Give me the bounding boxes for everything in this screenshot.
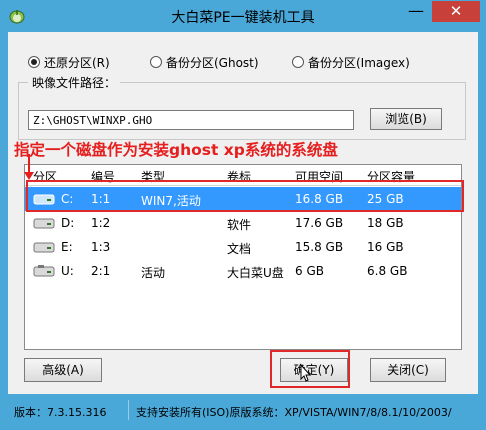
image-path-input[interactable]: Z:\GHOST\WINXP.GHO (28, 110, 354, 130)
arrow-down-icon (24, 154, 34, 180)
cell-partition: U: (61, 264, 74, 278)
cell-number: 1:3 (91, 240, 111, 254)
cell-type: 活动 (141, 266, 166, 280)
cell-label: 软件 (227, 218, 252, 232)
instruction-annotation: 指定一个磁盘作为安装ghost xp系统的系统盘 (14, 141, 338, 159)
browse-button[interactable]: 浏览(B) (370, 108, 442, 130)
radio-empty-icon (292, 56, 304, 68)
cell-partition: E: (61, 240, 73, 254)
minimize-button[interactable]: — (402, 2, 430, 22)
highlight-box-selected-row (26, 180, 464, 212)
backup-imagex-label: 备份分区(Imagex) (308, 55, 410, 70)
cell-label: 大白菜U盘 (227, 266, 284, 280)
cell-number: 1:2 (91, 216, 111, 230)
mouse-cursor-icon (300, 364, 312, 382)
cell-size: 6.8 GB (367, 264, 408, 278)
title-bar[interactable]: 大白菜PE一键装机工具 — ✕ (0, 0, 486, 32)
backup-ghost-radio[interactable]: 备份分区(Ghost) (150, 54, 259, 70)
app-window: 大白菜PE一键装机工具 — ✕ 还原分区(R) 备份分区(Ghost) 备份分区… (0, 0, 486, 430)
image-path-label: 映像文件路径： (28, 74, 121, 91)
close-window-button[interactable]: ✕ (432, 1, 480, 22)
usb-drive-icon (33, 265, 55, 277)
cell-number: 2:1 (91, 264, 111, 278)
main-panel: 还原分区(R) 备份分区(Ghost) 备份分区(Imagex) 映像文件路径：… (8, 32, 478, 394)
restore-partition-radio[interactable]: 还原分区(R) (28, 54, 110, 70)
version-text: 版本：7.3.15.316 (14, 406, 107, 419)
cell-partition: D: (61, 216, 75, 230)
radio-empty-icon (150, 56, 162, 68)
cell-label: 文档 (227, 242, 252, 256)
status-bar: 版本：7.3.15.316 支持安装所有(ISO)原版系统：XP/VISTA/W… (8, 398, 478, 422)
hard-disk-icon (33, 218, 55, 229)
restore-partition-label: 还原分区(R) (44, 55, 110, 70)
radio-selected-icon (28, 56, 40, 68)
cell-free: 15.8 GB (295, 240, 344, 254)
advanced-button[interactable]: 高级(A) (24, 358, 102, 382)
cell-size: 18 GB (367, 216, 404, 230)
cell-free: 6 GB (295, 264, 324, 278)
backup-imagex-radio[interactable]: 备份分区(Imagex) (292, 54, 410, 70)
support-text: 支持安装所有(ISO)原版系统：XP/VISTA/WIN7/8/8.1/10/2… (136, 406, 452, 419)
table-row[interactable]: U: 2:1 活动 大白菜U盘 6 GB 6.8 GB (25, 259, 461, 283)
status-divider (128, 400, 129, 420)
hard-disk-icon (33, 242, 55, 253)
table-row[interactable]: D: 1:2 软件 17.6 GB 18 GB (25, 211, 461, 235)
cell-free: 17.6 GB (295, 216, 344, 230)
cell-size: 16 GB (367, 240, 404, 254)
table-row[interactable]: E: 1:3 文档 15.8 GB 16 GB (25, 235, 461, 259)
backup-ghost-label: 备份分区(Ghost) (166, 55, 259, 70)
close-button[interactable]: 关闭(C) (370, 358, 446, 382)
